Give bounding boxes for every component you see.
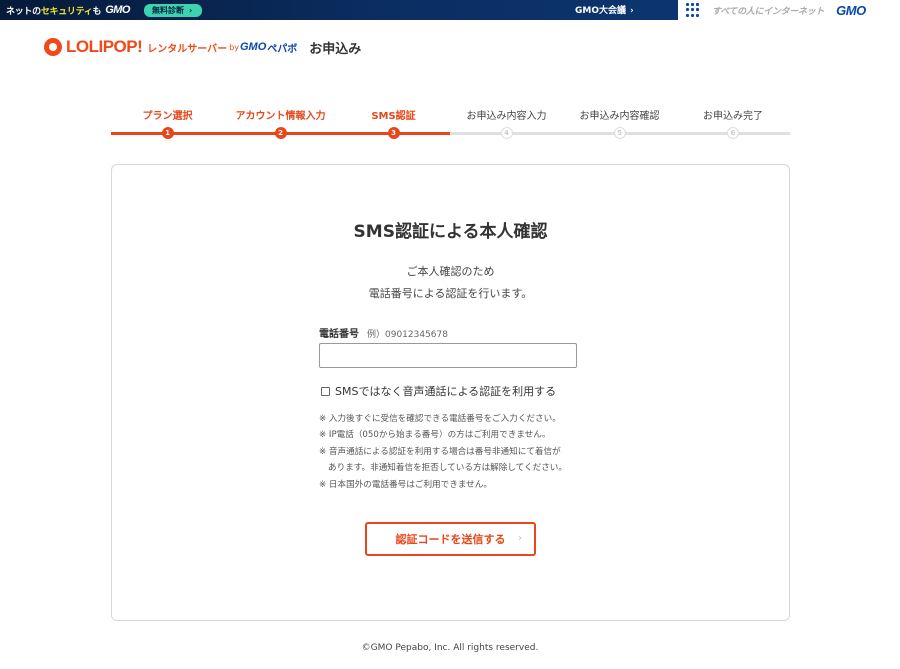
chevron-right-icon: › (630, 6, 634, 16)
voice-option-label[interactable]: SMSではなく音声通話による認証を利用する (335, 383, 556, 399)
gmo-security-banner[interactable]: ネットのセキュリティも GMO 無料診断 › (0, 0, 203, 20)
note-item: ※ IP電話（050から始まる番号）の方はご利用できません。 (319, 430, 551, 441)
brand-name[interactable]: LOLIPOP! (66, 37, 143, 57)
site-header: LOLIPOP! レンタルサーバー by GMO ペパボ お申込み (44, 37, 361, 57)
lolipop-logo-icon (44, 38, 62, 56)
sms-auth-card: SMS認証による本人確認 ご本人確認のため 電話番号による認証を行います。 電話… (111, 164, 790, 621)
grid-menu-icon[interactable] (686, 3, 700, 17)
gmo-logo: GMO (105, 4, 130, 16)
gmo-top-bar: ネットのセキュリティも GMO 無料診断 › GMO大会議 › すべての人にインター… (0, 0, 900, 20)
step-label: プラン選択 (142, 111, 193, 122)
step-application-confirm: お申込み内容確認 5 (563, 105, 676, 145)
security-text: ネットのセキュリティも (6, 6, 102, 17)
step-plan-selection: プラン選択 1 (111, 105, 224, 145)
note-item: ※ 入力後すぐに受信を確認できる電話番号をご入力ください。 (319, 414, 561, 424)
phone-number-input[interactable] (319, 343, 577, 368)
step-number: 2 (274, 127, 287, 139)
internet-slogan: すべての人にインターネット (712, 6, 825, 17)
gmo-meeting-link[interactable]: GMO大会議 › (575, 3, 634, 16)
note-item: ※ 日本国外の電話番号はご利用できません。 (319, 479, 492, 490)
brand-gmo: GMO (240, 41, 267, 53)
brand-by: by (229, 42, 239, 52)
brand-subtitle: レンタルサーバー (147, 43, 228, 55)
voice-call-checkbox[interactable] (321, 386, 330, 396)
step-number: 3 (387, 127, 400, 139)
card-title: SMS認証による本人確認 (353, 222, 548, 242)
card-description: ご本人確認のため 電話番号による認証を行います。 (112, 261, 789, 305)
brand-pepabo: ペパボ (267, 43, 298, 55)
chevron-right-icon: › (518, 533, 522, 544)
notes-list: ※ 入力後すぐに受信を確認できる電話番号をご入力ください。 ※ IP電話（050… (319, 411, 589, 493)
chevron-right-icon: › (188, 5, 193, 15)
note-item: ※ 音声通話による認証を利用する場合は番号非通知にて着信が (319, 446, 561, 457)
desc-line: 電話番号による認証を行います。 (368, 287, 533, 300)
send-code-button[interactable]: 認証コードを送信する › (365, 522, 536, 556)
phone-label: 電話番号 (319, 329, 359, 340)
step-sms-auth: SMS認証 3 (337, 105, 450, 145)
footer-copyright: ©GMO Pepabo, Inc. All rights reserved. (361, 643, 539, 653)
free-diagnosis-button[interactable]: 無料診断 › (143, 3, 203, 17)
step-label: お申込み内容確認 (579, 111, 660, 122)
send-button-label: 認証コードを送信する (395, 533, 506, 546)
step-number: 5 (613, 127, 626, 139)
step-label: お申込み内容入力 (466, 111, 547, 122)
note-item: あります。非通知着信を拒否している方は解除してください。 (328, 463, 567, 474)
step-application-complete: お申込み完了 6 (676, 105, 790, 145)
step-label: お申込み完了 (703, 111, 763, 122)
progress-stepper: プラン選択 1 アカウント情報入力 2 SMS認証 3 お申込み内容入力 4 お… (111, 105, 790, 145)
step-number: 4 (500, 127, 513, 139)
voice-option-row[interactable]: SMSではなく音声通話による認証を利用する (321, 383, 556, 399)
step-account-info: アカウント情報入力 2 (224, 105, 337, 145)
desc-line: ご本人確認のため (406, 265, 495, 278)
page-title: お申込み (309, 41, 362, 57)
phone-hint: 例）09012345678 (367, 330, 448, 340)
step-number: 1 (161, 127, 174, 139)
step-label: アカウント情報入力 (235, 111, 326, 122)
phone-label-row: 電話番号 例）09012345678 (319, 325, 448, 340)
step-label: SMS認証 (371, 111, 416, 122)
step-number: 6 (727, 127, 739, 139)
gmo-group-area: すべての人にインターネット GMO (678, 0, 900, 20)
step-application-input: お申込み内容入力 4 (450, 105, 563, 145)
gmo-logo-right[interactable]: GMO (836, 3, 866, 18)
